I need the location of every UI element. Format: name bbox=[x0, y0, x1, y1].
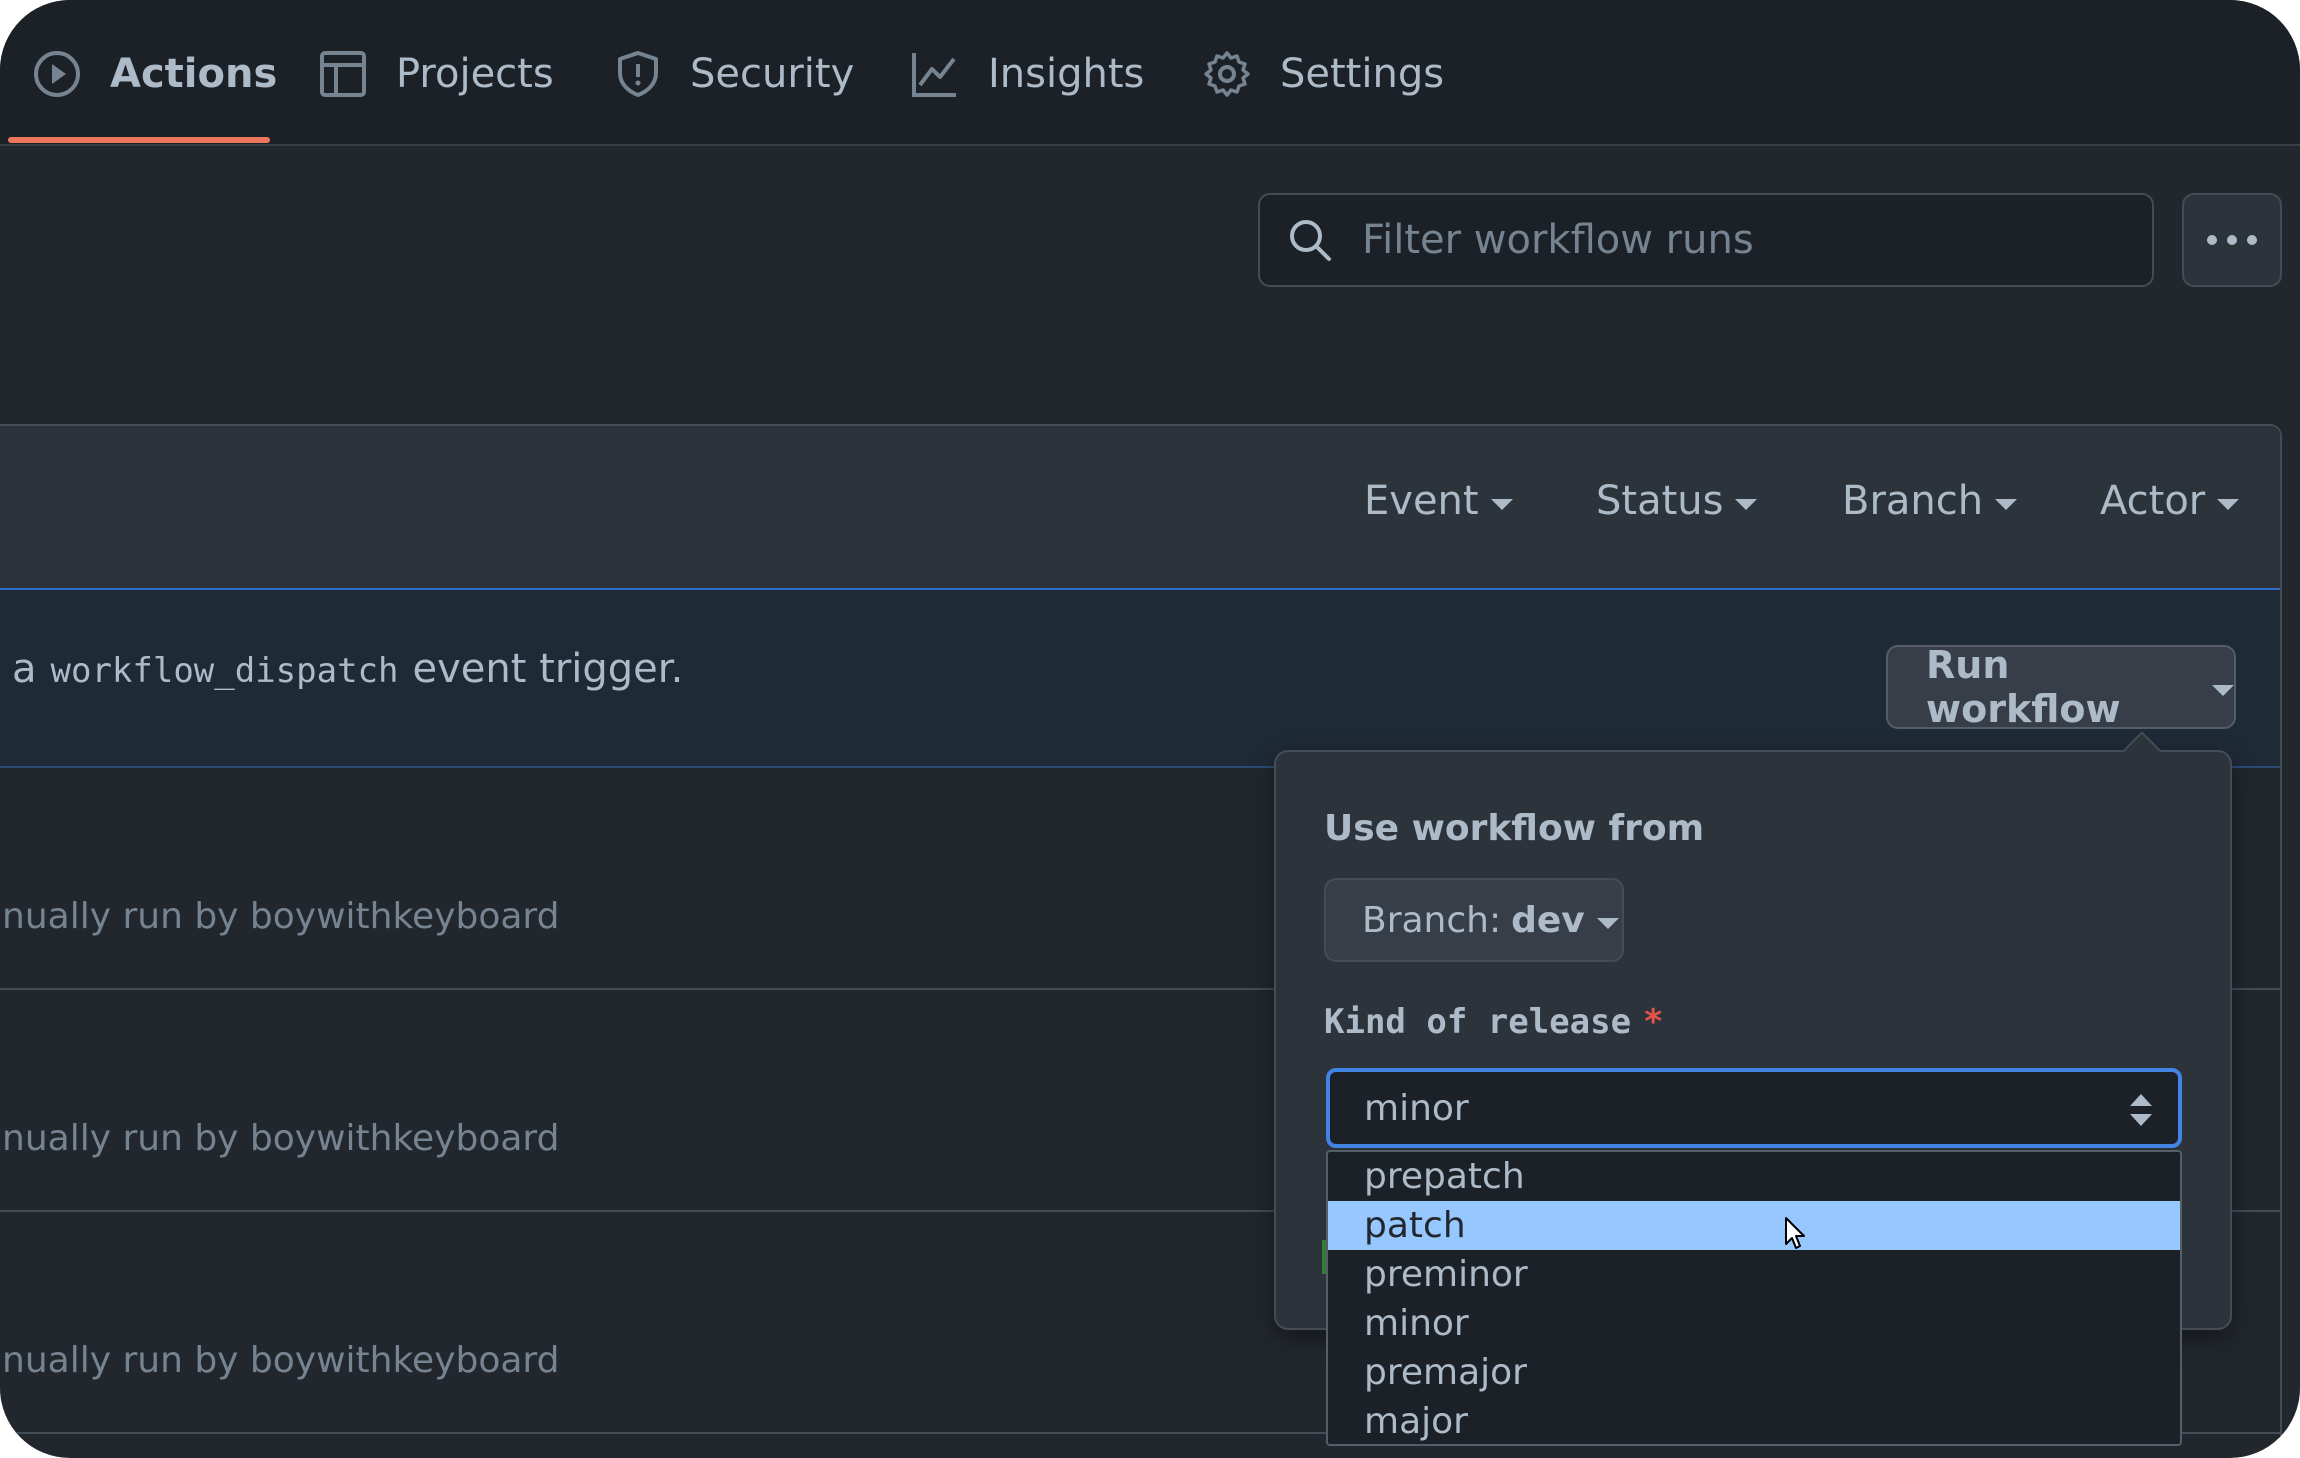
input-label-text: Kind of release bbox=[1324, 1002, 1632, 1042]
event-filter-dropdown[interactable]: Event bbox=[1364, 478, 1513, 524]
shield-icon bbox=[618, 51, 658, 97]
caret-down-icon bbox=[1490, 498, 1513, 510]
graph-icon bbox=[912, 53, 956, 97]
filter-label: Status bbox=[1596, 478, 1724, 524]
play-icon bbox=[34, 51, 80, 97]
banner-text: a workflow_dispatch event trigger. bbox=[12, 646, 683, 692]
option-premajor[interactable]: premajor bbox=[1328, 1348, 2180, 1397]
option-major[interactable]: major bbox=[1328, 1397, 2180, 1446]
run-meta: nually run by boywithkeyboard bbox=[2, 1340, 560, 1381]
filter-label: Branch bbox=[1842, 478, 1984, 524]
caret-down-icon bbox=[1735, 498, 1758, 510]
tab-projects[interactable]: Projects bbox=[318, 38, 554, 110]
actor-filter-dropdown[interactable]: Actor bbox=[2100, 478, 2240, 524]
tab-label: Actions bbox=[110, 51, 278, 97]
filter-search-box[interactable] bbox=[1258, 193, 2154, 287]
caret-down-icon bbox=[2217, 498, 2240, 510]
branch-value: dev bbox=[1511, 899, 1585, 941]
tab-security[interactable]: Security bbox=[614, 38, 854, 110]
branch-prefix: Branch: bbox=[1362, 899, 1502, 941]
tab-label: Insights bbox=[988, 51, 1145, 97]
banner-prefix: a bbox=[12, 646, 37, 692]
tab-settings[interactable]: Settings bbox=[1202, 38, 1444, 110]
option-prepatch[interactable]: prepatch bbox=[1328, 1152, 2180, 1201]
caret-down-icon bbox=[1596, 917, 1619, 929]
banner-code: workflow_dispatch bbox=[50, 651, 399, 691]
popover-title: Use workflow from bbox=[1324, 808, 1705, 849]
select-updown-icon bbox=[2130, 1094, 2152, 1126]
mouse-cursor-icon bbox=[1785, 1217, 1805, 1249]
repo-nav: Actions Projects Security Insights Setti… bbox=[0, 0, 2300, 146]
kebab-horizontal-icon bbox=[2207, 235, 2257, 245]
release-kind-select[interactable]: minor bbox=[1326, 1068, 2182, 1148]
tab-label: Settings bbox=[1280, 51, 1445, 97]
run-workflow-button[interactable]: Run workflow bbox=[1886, 643, 2236, 731]
gear-icon bbox=[1204, 51, 1250, 97]
status-filter-dropdown[interactable]: Status bbox=[1596, 478, 1758, 524]
workflow-dispatch-banner: a workflow_dispatch event trigger. Run wor… bbox=[0, 588, 2280, 768]
branch-filter-dropdown[interactable]: Branch bbox=[1842, 478, 2018, 524]
search-input[interactable] bbox=[1360, 216, 2144, 264]
run-meta: nually run by boywithkeyboard bbox=[2, 1118, 560, 1159]
tab-label: Security bbox=[690, 51, 855, 97]
option-patch[interactable]: patch bbox=[1328, 1201, 2180, 1250]
app-frame: Actions Projects Security Insights Setti… bbox=[0, 0, 2300, 1458]
banner-suffix: event trigger. bbox=[412, 646, 684, 692]
more-options-button[interactable] bbox=[2182, 193, 2282, 287]
search-icon bbox=[1290, 220, 1331, 261]
release-kind-options-list: prepatch patch preminor minor premajor m… bbox=[1326, 1150, 2182, 1446]
caret-down-icon bbox=[1995, 498, 2018, 510]
tab-actions[interactable]: Actions bbox=[32, 38, 277, 110]
filter-label: Actor bbox=[2100, 478, 2206, 524]
branch-select-button[interactable]: Branch: dev bbox=[1324, 878, 1624, 962]
tab-insights[interactable]: Insights bbox=[910, 38, 1144, 110]
run-meta: nually run by boywithkeyboard bbox=[2, 896, 560, 937]
filter-label: Event bbox=[1364, 478, 1479, 524]
required-marker: * bbox=[1643, 1002, 1664, 1042]
kind-of-release-label: Kind of release * bbox=[1324, 1002, 1664, 1042]
tab-label: Projects bbox=[396, 51, 554, 97]
option-preminor[interactable]: preminor bbox=[1328, 1250, 2180, 1299]
runs-filter-header: Event Status Branch Actor bbox=[0, 426, 2280, 590]
table-icon bbox=[320, 51, 366, 97]
select-value: minor bbox=[1364, 1087, 1469, 1129]
option-minor[interactable]: minor bbox=[1328, 1299, 2180, 1348]
run-workflow-label: Run workflow bbox=[1926, 643, 2121, 731]
caret-down-icon bbox=[2212, 684, 2234, 696]
active-tab-underline bbox=[8, 137, 270, 143]
